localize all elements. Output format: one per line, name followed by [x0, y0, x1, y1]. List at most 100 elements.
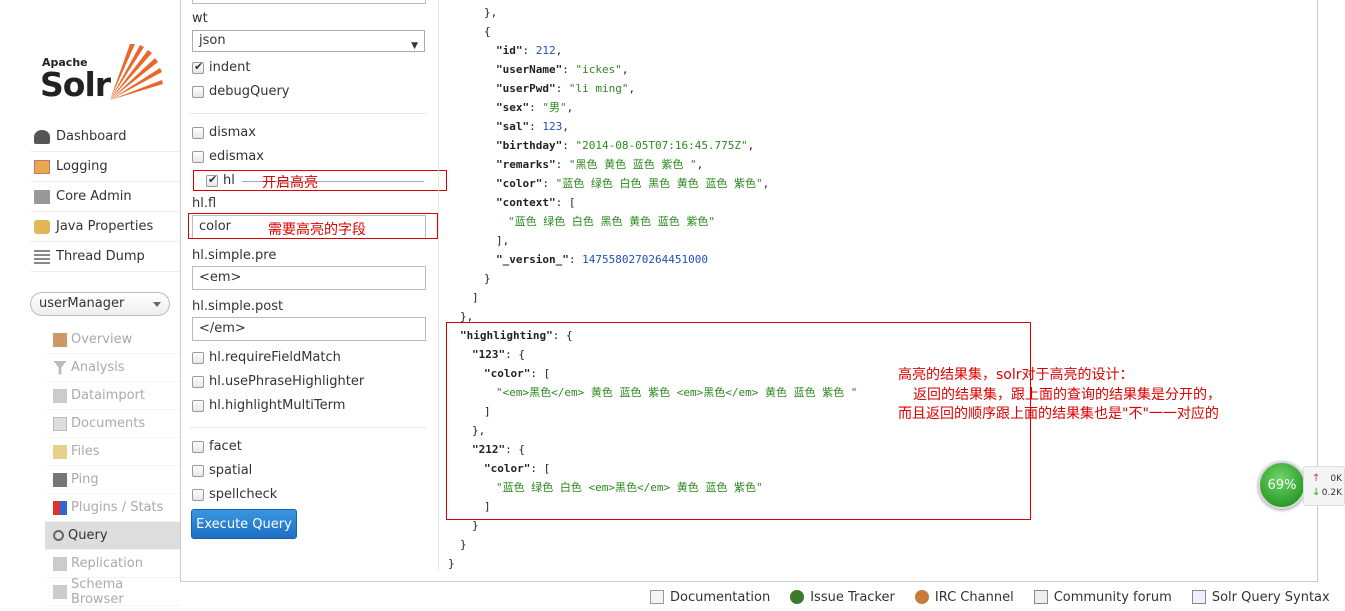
- ping-icon: [53, 472, 67, 487]
- fl-annotation-text: 需要高亮的字段: [268, 222, 366, 238]
- hl-annotation-box: [193, 170, 447, 191]
- nav-logging[interactable]: Logging: [30, 152, 180, 182]
- highlight-multi-term-checkbox[interactable]: hl.highlightMultiTerm: [192, 398, 345, 413]
- json-line: ],: [496, 234, 510, 247]
- checkbox-box[interactable]: [192, 85, 204, 98]
- chevron-down-icon: [153, 302, 161, 307]
- replication-icon: [53, 556, 67, 571]
- footer-irc-channel-link[interactable]: IRC Channel: [914, 586, 1014, 608]
- hl-post-input[interactable]: </em>: [192, 317, 426, 341]
- facet-checkbox[interactable]: facet: [192, 439, 242, 454]
- json-line: "color": "蓝色 绿色 白色 黑色 黄色 蓝色 紫色",: [496, 177, 770, 190]
- use-phrase-highlighter-checkbox[interactable]: hl.usePhraseHighlighter: [192, 374, 364, 389]
- nav-label: Logging: [56, 159, 108, 174]
- indent-checkbox[interactable]: indent: [192, 60, 250, 75]
- indent-label: indent: [209, 60, 251, 75]
- footer-issue-tracker-link[interactable]: Issue Tracker: [790, 586, 895, 608]
- debugquery-label: debugQuery: [209, 84, 290, 99]
- core-nav-label: Plugins / Stats: [71, 500, 164, 515]
- require-field-match-checkbox[interactable]: hl.requireFieldMatch: [192, 350, 341, 365]
- core-nav-schema-browser[interactable]: Schema Browser: [45, 576, 180, 607]
- checkbox-box[interactable]: [192, 150, 204, 163]
- hl-pre-value: <em>: [199, 270, 242, 285]
- footer-links: Documentation Issue Tracker IRC Channel …: [650, 586, 1340, 608]
- hl-fl-label: hl.fl: [192, 196, 217, 211]
- checkbox-box[interactable]: [192, 488, 204, 501]
- checkbox-box[interactable]: [192, 126, 204, 139]
- bug-icon: [790, 590, 805, 604]
- checkbox-box[interactable]: [192, 399, 204, 412]
- footer-documentation-link[interactable]: Documentation: [650, 586, 770, 608]
- core-nav-label: Files: [71, 444, 100, 459]
- solr-logo[interactable]: Apache Solr: [40, 40, 165, 104]
- dropdown-arrow-icon: ▼: [411, 41, 418, 51]
- wt-label: wt: [192, 11, 208, 26]
- highlight-multi-term-label: hl.highlightMultiTerm: [209, 398, 346, 413]
- core-nav-label: Replication: [71, 556, 143, 571]
- wt-select[interactable]: json ▼: [192, 30, 425, 52]
- core-nav-replication[interactable]: Replication: [45, 550, 180, 578]
- hl-pre-label: hl.simple.pre: [192, 248, 277, 263]
- hl-pre-input[interactable]: <em>: [192, 266, 426, 290]
- json-line: "remarks": "黑色 黄色 蓝色 紫色 ",: [496, 158, 704, 171]
- download-arrow-icon: ↓: [1312, 487, 1321, 498]
- nav-java-properties[interactable]: Java Properties: [30, 212, 180, 242]
- upload-speed: 0K: [1330, 474, 1342, 484]
- spellcheck-label: spellcheck: [209, 487, 278, 502]
- core-nav-label: Schema Browser: [70, 576, 124, 607]
- footer-query-syntax-link[interactable]: Solr Query Syntax: [1191, 586, 1330, 608]
- facet-label: facet: [209, 439, 242, 454]
- json-line: }: [484, 272, 491, 285]
- thread-dump-icon: [34, 249, 50, 264]
- checkbox-box[interactable]: [192, 464, 204, 477]
- core-nav-query[interactable]: Query: [45, 522, 180, 550]
- hl-post-value: </em>: [199, 321, 246, 336]
- previous-input-field[interactable]: [192, 0, 426, 4]
- footer-community-forum-link[interactable]: Community forum: [1033, 586, 1172, 608]
- nav-dashboard[interactable]: Dashboard: [30, 122, 180, 152]
- core-nav-analysis[interactable]: Analysis: [45, 354, 180, 382]
- filter-icon: [53, 360, 67, 375]
- execute-query-button[interactable]: Execute Query: [191, 509, 297, 539]
- documentation-icon: [650, 590, 664, 604]
- nav-thread-dump[interactable]: Thread Dump: [30, 242, 180, 272]
- core-nav-plugins[interactable]: Plugins / Stats: [45, 494, 180, 522]
- edismax-checkbox[interactable]: edismax: [192, 149, 264, 164]
- nav-label: Thread Dump: [56, 249, 145, 264]
- dismax-checkbox[interactable]: dismax: [192, 125, 256, 140]
- json-line: "userName": "ickes",: [496, 63, 629, 76]
- json-line: },: [484, 6, 498, 19]
- json-line: "sal": 123,: [496, 120, 569, 133]
- debugquery-checkbox[interactable]: debugQuery: [192, 84, 290, 99]
- folder-icon: [53, 444, 67, 459]
- main-nav: Dashboard Logging Core Admin Java Proper…: [30, 122, 180, 272]
- spatial-checkbox[interactable]: spatial: [192, 463, 252, 478]
- dashboard-icon: [34, 129, 50, 144]
- nav-label: Core Admin: [56, 189, 132, 204]
- nav-label: Dashboard: [56, 129, 127, 144]
- core-selector-value: userManager: [39, 296, 125, 311]
- core-nav-ping[interactable]: Ping: [45, 466, 180, 494]
- core-nav-overview[interactable]: Overview: [45, 326, 180, 354]
- json-line: "蓝色 绿色 白色 黑色 黄色 蓝色 紫色": [508, 215, 715, 228]
- spatial-label: spatial: [209, 463, 253, 478]
- memory-gauge-percent: 69%: [1267, 477, 1297, 493]
- core-nav-dataimport[interactable]: Dataimport: [45, 382, 180, 410]
- core-nav-label: Documents: [71, 416, 146, 431]
- json-line: "_version_": 1475580270264451000: [496, 253, 708, 266]
- json-line: }: [448, 557, 455, 570]
- json-line: "id": 212,: [496, 44, 563, 57]
- checkbox-box[interactable]: [192, 60, 204, 74]
- checkbox-box[interactable]: [192, 351, 204, 364]
- spellcheck-checkbox[interactable]: spellcheck: [192, 487, 277, 502]
- nav-core-admin[interactable]: Core Admin: [30, 182, 180, 212]
- schema-icon: [53, 584, 67, 599]
- core-selector[interactable]: userManager: [30, 292, 170, 316]
- footer-link-label: Community forum: [1053, 589, 1172, 605]
- checkbox-box[interactable]: [192, 440, 204, 453]
- hl-post-label: hl.simple.post: [192, 299, 284, 314]
- core-nav-files[interactable]: Files: [45, 438, 180, 466]
- memory-gauge-widget[interactable]: 69%: [1258, 461, 1306, 509]
- checkbox-box[interactable]: [192, 375, 204, 388]
- core-nav-documents[interactable]: Documents: [45, 410, 180, 438]
